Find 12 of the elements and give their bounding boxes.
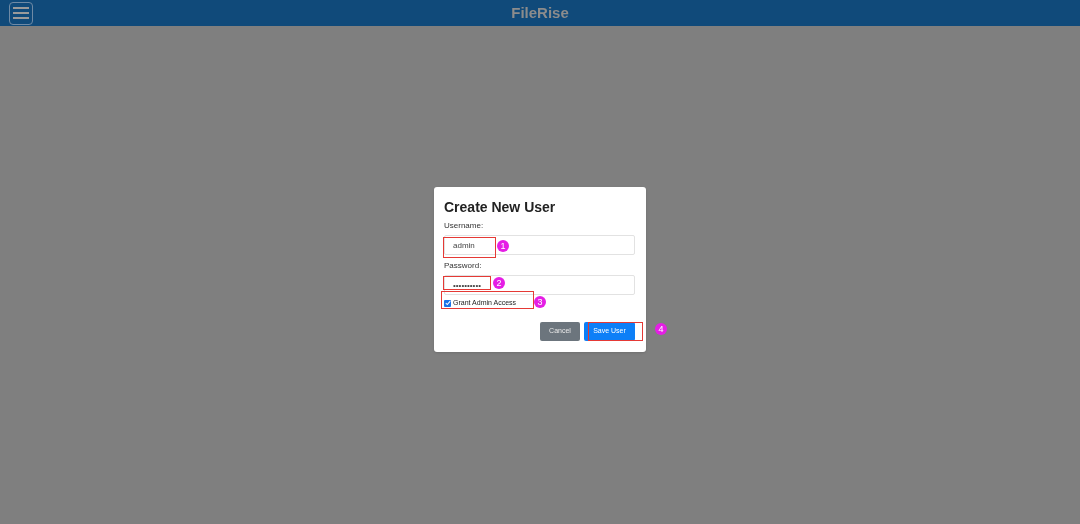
field-label: Password:: [444, 261, 483, 271]
highlight-frame: [443, 237, 496, 258]
app-title: FileRise: [511, 2, 569, 23]
step-marker: 4: [655, 323, 667, 335]
step-marker: 2: [493, 277, 505, 289]
field-label: Username:: [444, 221, 485, 231]
step-marker: 3: [534, 296, 546, 308]
step-marker: 1: [497, 240, 509, 252]
highlight-frame: [588, 322, 643, 341]
menu-button[interactable]: [9, 1, 33, 25]
dialog-title: Create New User: [444, 199, 557, 215]
checkbox[interactable]: [444, 299, 451, 307]
